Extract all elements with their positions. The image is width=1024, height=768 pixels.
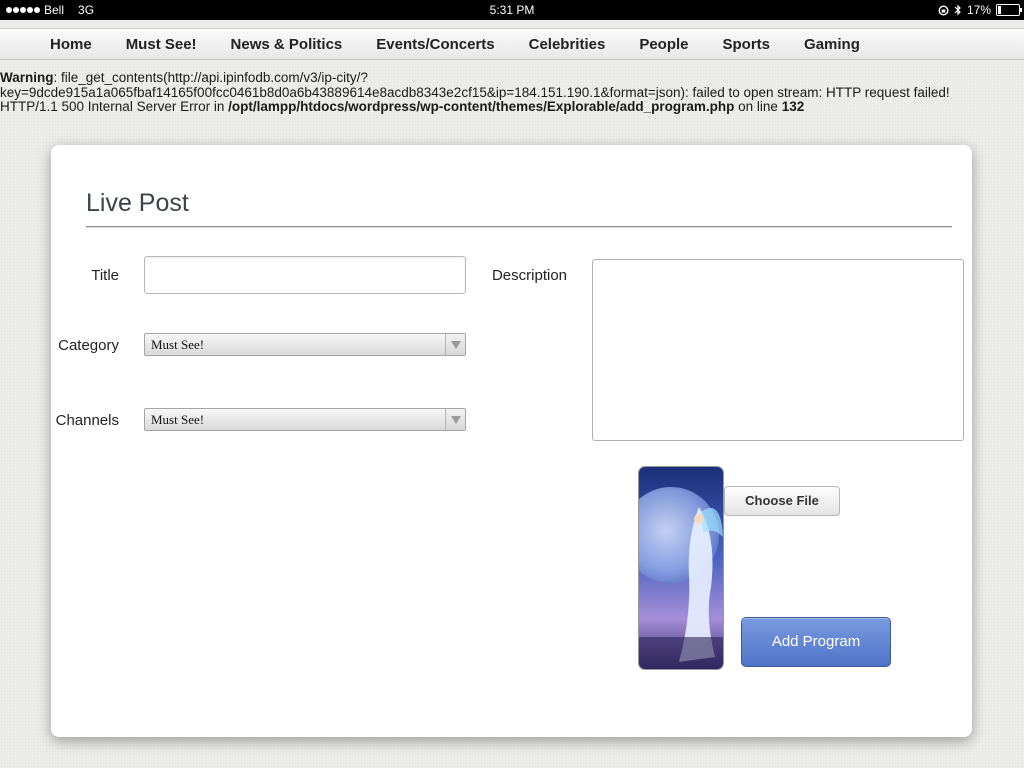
battery-fill xyxy=(998,6,1001,14)
nav-item-must-see[interactable]: Must See! xyxy=(126,36,197,53)
warning-on-line: on line xyxy=(734,99,782,114)
description-label: Description xyxy=(491,267,567,284)
status-bar-right: 17% xyxy=(938,3,1022,17)
fairy-moon-image xyxy=(639,467,723,669)
battery-icon xyxy=(996,4,1022,16)
nav-item-gaming[interactable]: Gaming xyxy=(804,36,860,53)
category-selected-value: Must See! xyxy=(151,337,205,352)
channels-select[interactable]: Must See! xyxy=(144,408,466,431)
nav-item-home[interactable]: Home xyxy=(50,36,92,53)
page-title: Live Post xyxy=(86,189,189,217)
status-bar: Bell 3G 5:31 PM 17% xyxy=(0,0,1024,20)
rotation-lock-icon xyxy=(938,4,949,16)
channels-selected-value: Must See! xyxy=(151,412,205,427)
category-label: Category xyxy=(58,337,119,354)
status-time: 5:31 PM xyxy=(489,3,535,17)
add-program-button[interactable]: Add Program xyxy=(741,617,891,667)
nav-item-sports[interactable]: Sports xyxy=(723,36,771,53)
nav-item-news-politics[interactable]: News & Politics xyxy=(231,36,343,53)
category-select[interactable]: Must See! xyxy=(144,333,466,356)
title-input[interactable] xyxy=(144,256,466,294)
nav-item-events-concerts[interactable]: Events/Concerts xyxy=(376,36,494,53)
warning-label: Warning xyxy=(0,70,54,85)
description-textarea[interactable] xyxy=(592,259,964,441)
nav-item-celebrities[interactable]: Celebrities xyxy=(529,36,606,53)
warning-path: /opt/lampp/htdocs/wordpress/wp-content/t… xyxy=(228,99,735,114)
choose-file-button[interactable]: Choose File xyxy=(724,486,840,516)
channels-label: Channels xyxy=(55,412,119,429)
battery-percent: 17% xyxy=(966,3,991,17)
warning-line-number: 132 xyxy=(781,99,805,114)
title-label: Title xyxy=(91,267,119,284)
bluetooth-icon xyxy=(954,4,961,16)
title-divider xyxy=(86,226,952,228)
php-warning: Warning: file_get_contents(http://api.ip… xyxy=(0,70,1010,115)
live-post-card: Live Post Title Category Must See! Chann… xyxy=(51,145,972,737)
nav-item-people[interactable]: People xyxy=(639,36,688,53)
chevron-down-icon xyxy=(445,334,465,355)
program-image-thumbnail xyxy=(638,466,724,670)
chevron-down-icon xyxy=(445,409,465,430)
main-nav: Home Must See! News & Politics Events/Co… xyxy=(0,28,1024,60)
